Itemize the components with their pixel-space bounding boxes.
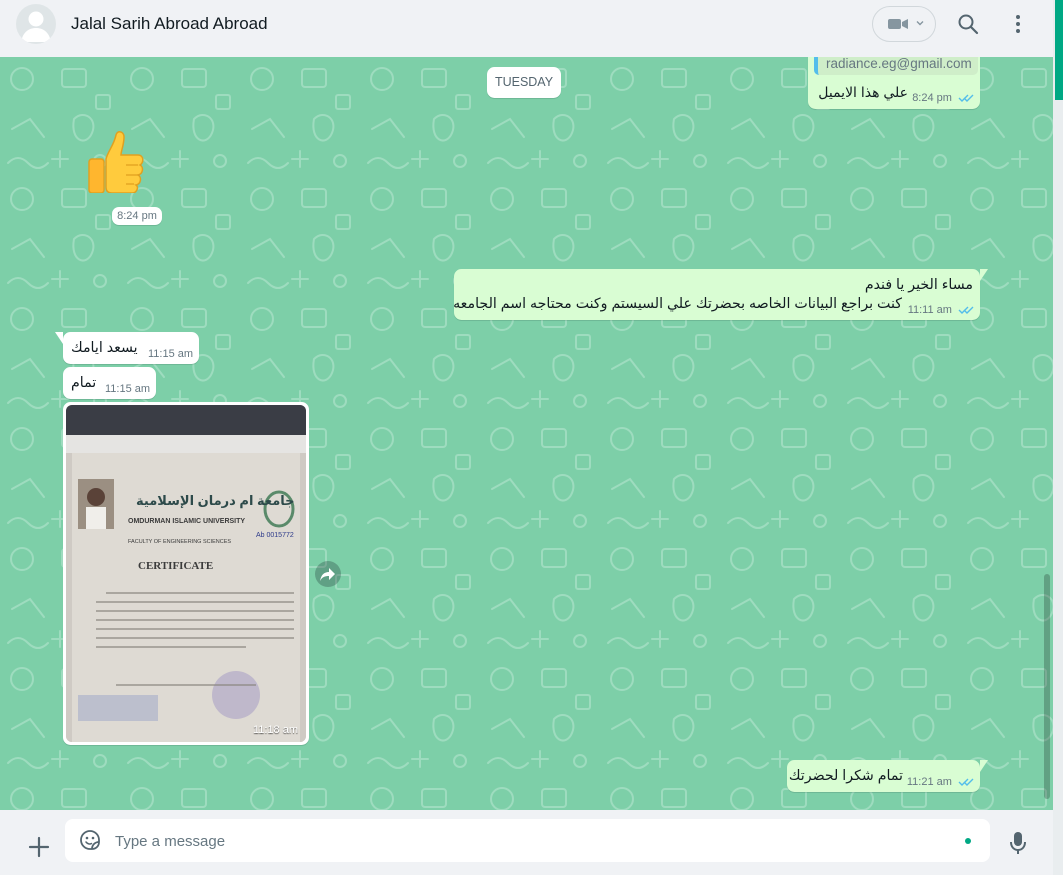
certificate-heading: CERTIFICATE	[138, 560, 214, 572]
day-separator: TUESDAY	[487, 67, 561, 98]
message-image-bubble[interactable]: جامعة ام درمان الإسلامية OMDURMAN ISLAMI…	[63, 402, 309, 745]
message-time: 8:24 pm	[112, 207, 162, 225]
window-scrollbar-thumb[interactable]	[1055, 0, 1063, 100]
bubble-tail	[55, 332, 63, 344]
certificate-number: Ab 0015772	[256, 532, 294, 539]
composer	[0, 810, 1053, 875]
bubble-tail	[980, 760, 988, 772]
contact-name[interactable]: Jalal Sarih Abroad Abroad	[71, 14, 268, 34]
read-ticks-icon	[958, 306, 974, 315]
certificate-photo-drawing	[66, 405, 306, 742]
image-time: 11:18 am	[252, 724, 298, 736]
message-time: 11:15 am	[105, 383, 151, 395]
forward-icon	[320, 568, 335, 581]
message-bubble-outgoing[interactable]: radiance.eg@gmail.com علي هذا الايميل 8:…	[808, 57, 980, 109]
sticker-icon[interactable]	[79, 829, 101, 851]
message-time: 11:11 am	[907, 304, 952, 316]
message-meta: 11:11 am	[908, 304, 974, 316]
bubble-tail	[980, 269, 988, 281]
video-call-button[interactable]	[872, 6, 936, 42]
read-ticks-icon	[958, 778, 974, 787]
forward-button[interactable]	[315, 561, 341, 587]
certificate-photo[interactable]: جامعة ام درمان الإسلامية OMDURMAN ISLAMI…	[66, 405, 306, 742]
chat-scrollbar[interactable]	[1044, 574, 1050, 799]
mic-icon[interactable]	[1008, 830, 1028, 856]
certificate-university-en: OMDURMAN ISLAMIC UNIVERSITY	[128, 518, 246, 525]
status-dot	[965, 838, 971, 844]
thumbs-up-emoji	[88, 131, 144, 193]
default-avatar-icon	[21, 11, 51, 42]
read-ticks-icon	[958, 94, 974, 103]
message-time: 11:15 am	[148, 348, 194, 360]
message-text-line: مساء الخير يا فندم	[864, 277, 973, 293]
chat-area: radiance.eg@gmail.com علي هذا الايميل 8:…	[0, 57, 1053, 810]
certificate-faculty: FACULTY OF ENGINEERING SCIENCES	[128, 539, 232, 545]
menu-icon[interactable]	[1008, 12, 1028, 36]
message-bubble-outgoing[interactable]: مساء الخير يا فندم كنت براجع البيانات ال…	[453, 269, 988, 320]
chat-header: Jalal Sarih Abroad Abroad	[0, 0, 1053, 58]
contact-avatar[interactable]	[16, 4, 56, 44]
message-text-line: كنت براجع البيانات الخاصه بحضرتك علي الس…	[453, 296, 902, 312]
message-input-box	[65, 819, 990, 864]
quoted-email-block: radiance.eg@gmail.com	[814, 57, 978, 75]
message-time: 11:21 am	[906, 776, 952, 788]
message-meta: 11:21 am	[907, 776, 974, 788]
message-input[interactable]	[113, 819, 957, 864]
message-bubble-outgoing[interactable]: تمام شكرا لحضرتك 11:21 am	[787, 760, 988, 792]
message-time: 8:24 pm	[912, 92, 952, 104]
plus-icon[interactable]	[27, 835, 51, 859]
window-scrollbar[interactable]	[1053, 0, 1063, 875]
message-bubble-incoming[interactable]: يسعد ايامك 11:15 am	[55, 332, 199, 364]
certificate-university-ar: جامعة ام درمان الإسلامية	[136, 493, 295, 508]
message-text: تمام شكرا لحضرتك	[788, 768, 903, 784]
message-meta: 8:24 pm	[912, 92, 974, 104]
message-text: علي هذا الايميل	[818, 84, 908, 100]
message-text: يسعد ايامك	[71, 340, 138, 356]
video-camera-icon	[888, 19, 908, 29]
search-icon[interactable]	[956, 12, 980, 36]
message-bubble-incoming[interactable]: تمام 11:15 am	[63, 367, 156, 399]
message-text: تمام	[71, 375, 97, 391]
quoted-email-text: radiance.eg@gmail.com	[826, 57, 972, 71]
chevron-down-icon	[916, 21, 924, 26]
